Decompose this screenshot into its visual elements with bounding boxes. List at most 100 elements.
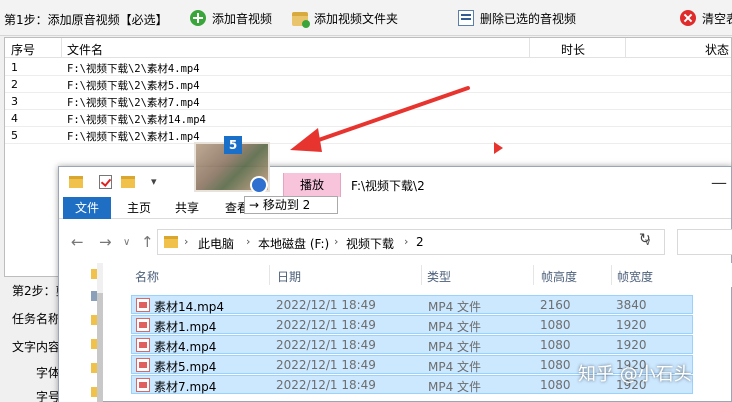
table-row[interactable]: 5 F:\视频下载\2\素材1.mp4 bbox=[5, 127, 731, 144]
row-number: 5 bbox=[11, 129, 18, 142]
file-date: 2022/12/1 18:49 bbox=[276, 298, 376, 312]
add-folder-label: 添加视频文件夹 bbox=[314, 11, 399, 26]
scrollbar-thumb[interactable] bbox=[97, 293, 103, 402]
file-name: 素材5.mp4 bbox=[154, 360, 217, 374]
chevron-right-icon[interactable]: › bbox=[334, 235, 338, 248]
column-separator[interactable] bbox=[61, 38, 62, 58]
column-date[interactable]: 日期 bbox=[277, 268, 301, 285]
column-frame-width[interactable]: 帧宽度 bbox=[617, 268, 653, 285]
video-file-icon bbox=[136, 298, 150, 312]
row-filename: F:\视频下载\2\素材1.mp4 bbox=[67, 131, 200, 143]
column-separator[interactable] bbox=[421, 265, 422, 285]
file-type: MP4 文件 bbox=[428, 320, 482, 334]
video-file-icon bbox=[136, 338, 150, 352]
navigation-bar: ← → ∨ ↑ › 此电脑 › 本地磁盘 (F:) › 视频下载 › 2 ∨ ↻ bbox=[59, 225, 732, 259]
up-arrow-icon[interactable]: ↑ bbox=[141, 233, 154, 251]
header-no[interactable]: 序号 bbox=[11, 41, 35, 58]
column-frame-height[interactable]: 帧高度 bbox=[541, 268, 577, 285]
new-folder-icon[interactable] bbox=[121, 176, 135, 188]
header-duration[interactable]: 时长 bbox=[561, 41, 585, 58]
file-date: 2022/12/1 18:49 bbox=[276, 358, 376, 372]
folder-add-icon bbox=[292, 12, 310, 28]
column-type[interactable]: 类型 bbox=[427, 268, 451, 285]
breadcrumb-current[interactable]: 2 bbox=[416, 235, 424, 249]
font-label: 字体 bbox=[36, 366, 61, 380]
column-separator[interactable] bbox=[533, 265, 534, 285]
file-type: MP4 文件 bbox=[428, 360, 482, 374]
header-status[interactable]: 状态 bbox=[705, 41, 729, 58]
delete-selected-button[interactable]: 删除已选的音视频 bbox=[458, 7, 576, 29]
row-number: 3 bbox=[11, 95, 18, 108]
add-icon bbox=[190, 10, 206, 26]
tab-share[interactable]: 共享 bbox=[167, 197, 207, 219]
file-width: 1920 bbox=[616, 318, 647, 332]
file-width: 3840 bbox=[616, 298, 647, 312]
file-row-selected[interactable]: 素材14.mp4 2022/12/1 18:49 MP4 文件 2160 384… bbox=[131, 295, 693, 314]
search-input[interactable] bbox=[677, 229, 732, 255]
file-height: 1080 bbox=[540, 378, 571, 392]
tab-home[interactable]: 主页 bbox=[119, 197, 159, 219]
table-row[interactable]: 1 F:\视频下载\2\素材4.mp4 bbox=[5, 59, 731, 76]
recent-chevron-icon[interactable]: ∨ bbox=[123, 237, 130, 248]
properties-icon[interactable] bbox=[99, 175, 112, 189]
app-toolbar: 第1步：添加原音视频【必选】 添加音视频 添加视频文件夹 删除已选的音视频 清空… bbox=[0, 0, 732, 36]
file-name: 素材1.mp4 bbox=[154, 320, 217, 334]
back-arrow-icon[interactable]: ← bbox=[71, 233, 84, 251]
drag-preview: 5 bbox=[186, 136, 282, 196]
forward-arrow-icon[interactable]: → bbox=[99, 233, 112, 251]
file-row-selected[interactable]: 素材1.mp4 2022/12/1 18:49 MP4 文件 1080 1920 bbox=[131, 315, 693, 334]
header-name[interactable]: 文件名 bbox=[67, 41, 103, 58]
clear-list-button[interactable]: 清空表 bbox=[680, 7, 732, 29]
table-row[interactable]: 4 F:\视频下载\2\素材14.mp4 bbox=[5, 110, 731, 127]
navigation-pane[interactable] bbox=[59, 263, 103, 402]
refresh-icon[interactable]: ↻ bbox=[639, 231, 651, 247]
column-name[interactable]: 名称 bbox=[135, 268, 159, 285]
tab-file[interactable]: 文件 bbox=[63, 197, 111, 219]
column-separator[interactable] bbox=[529, 38, 530, 58]
breadcrumb-drive[interactable]: 本地磁盘 (F:) bbox=[258, 235, 329, 252]
file-row-selected[interactable]: 素材4.mp4 2022/12/1 18:49 MP4 文件 1080 1920 bbox=[131, 335, 693, 354]
file-height: 2160 bbox=[540, 298, 571, 312]
chevron-right-icon[interactable]: › bbox=[184, 235, 188, 248]
column-separator[interactable] bbox=[269, 265, 270, 285]
quick-access-toolbar: ▾ 播放 F:\视频下载\2 — bbox=[59, 167, 731, 197]
row-filename: F:\视频下载\2\素材4.mp4 bbox=[67, 63, 200, 75]
video-file-icon bbox=[136, 378, 150, 392]
file-list-header: 序号 文件名 时长 状态 bbox=[5, 38, 731, 58]
file-height: 1080 bbox=[540, 358, 571, 372]
file-type: MP4 文件 bbox=[428, 380, 482, 394]
file-columns-header: 名称 日期 类型 帧高度 帧宽度 bbox=[129, 263, 732, 287]
column-separator[interactable] bbox=[611, 265, 612, 285]
file-type: MP4 文件 bbox=[428, 340, 482, 354]
minimize-icon[interactable]: — bbox=[711, 173, 727, 192]
address-bar[interactable]: › 此电脑 › 本地磁盘 (F:) › 视频下载 › 2 ∨ bbox=[157, 229, 665, 255]
file-height: 1080 bbox=[540, 318, 571, 332]
table-row[interactable]: 2 F:\视频下载\2\素材5.mp4 bbox=[5, 76, 731, 93]
row-filename: F:\视频下载\2\素材14.mp4 bbox=[67, 114, 206, 126]
folder-icon[interactable] bbox=[69, 176, 83, 188]
file-date: 2022/12/1 18:49 bbox=[276, 338, 376, 352]
step1-label: 第1步：添加原音视频【必选】 bbox=[4, 13, 168, 27]
video-file-icon bbox=[136, 318, 150, 332]
add-video-label: 添加音视频 bbox=[212, 11, 273, 26]
breadcrumb-folder[interactable]: 视频下载 bbox=[346, 235, 394, 252]
chevron-down-icon[interactable]: ▾ bbox=[151, 175, 157, 188]
file-width: 1920 bbox=[616, 338, 647, 352]
chevron-right-icon[interactable]: › bbox=[404, 235, 408, 248]
clear-list-label: 清空表 bbox=[702, 11, 732, 26]
text-content-label: 文字内容 bbox=[12, 340, 61, 354]
window-title: F:\视频下载\2 bbox=[351, 179, 425, 193]
move-cursor-icon bbox=[250, 176, 268, 194]
column-separator[interactable] bbox=[625, 38, 626, 58]
add-folder-button[interactable]: 添加视频文件夹 bbox=[292, 7, 398, 29]
row-number: 2 bbox=[11, 78, 18, 91]
add-video-button[interactable]: 添加音视频 bbox=[190, 7, 272, 29]
tab-play[interactable]: 播放 bbox=[283, 173, 341, 197]
table-row[interactable]: 3 F:\视频下载\2\素材7.mp4 bbox=[5, 93, 731, 110]
watermark: 知乎 @小石头 bbox=[578, 364, 692, 385]
delete-selected-label: 删除已选的音视频 bbox=[480, 11, 577, 26]
chevron-right-icon[interactable]: › bbox=[246, 235, 250, 248]
breadcrumb-this-pc[interactable]: 此电脑 bbox=[198, 235, 234, 252]
row-filename: F:\视频下载\2\素材7.mp4 bbox=[67, 97, 200, 109]
move-to-tooltip: → 移动到 2 bbox=[244, 196, 338, 214]
